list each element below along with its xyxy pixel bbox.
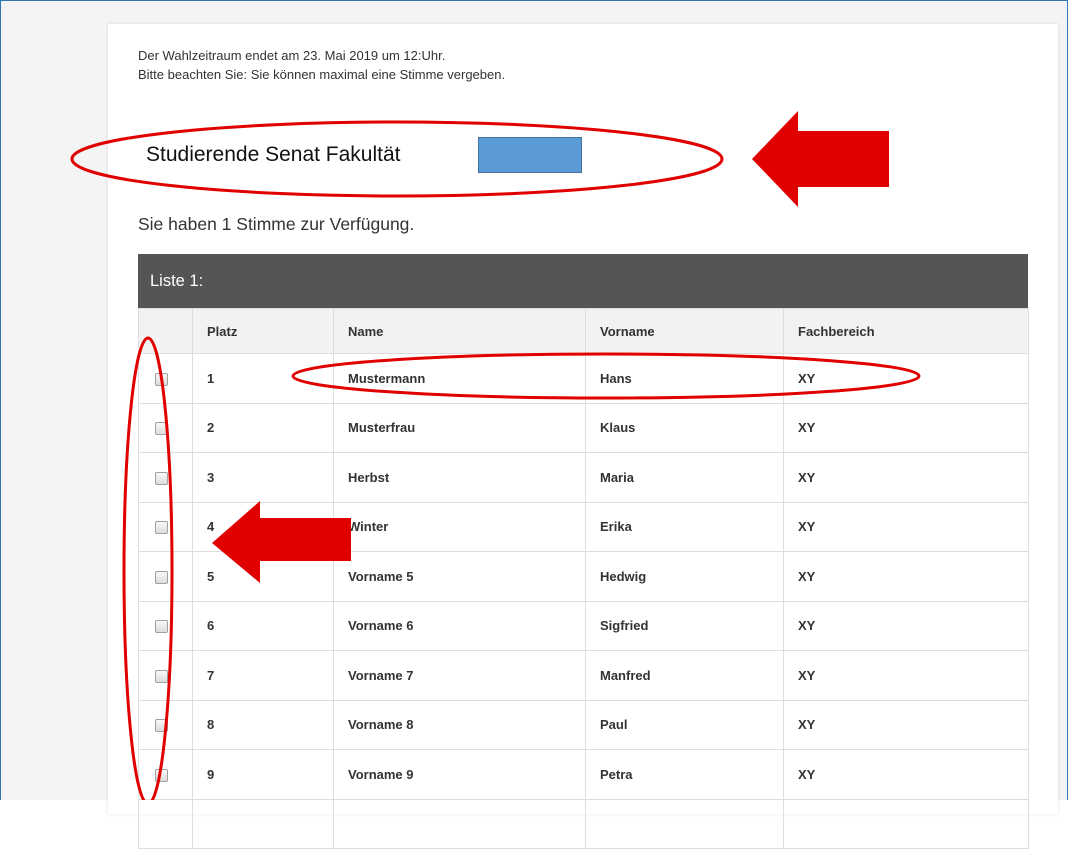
election-title: Studierende Senat Fakultät — [146, 143, 401, 166]
cell-vorname: Hedwig — [585, 551, 784, 602]
table-row: 3 Herbst Maria XY — [138, 452, 1029, 503]
cell-fachbereich: XY — [783, 749, 1029, 800]
select-cell — [138, 501, 193, 552]
table-row: 6 Vorname 6 Sigfried XY — [138, 600, 1029, 651]
cell-platz: 9 — [192, 749, 334, 800]
cell-name: Mustermann — [333, 353, 586, 404]
cell-fachbereich: XY — [783, 650, 1029, 701]
select-cell — [138, 551, 193, 602]
column-header-select — [138, 308, 193, 354]
table-row: 5 Vorname 5 Hedwig XY — [138, 551, 1029, 602]
cell-vorname: Manfred — [585, 650, 784, 701]
column-header-name: Name — [333, 308, 586, 354]
vote-checkbox[interactable] — [155, 768, 168, 782]
cell-vorname: Hans — [585, 353, 784, 404]
vote-checkbox[interactable] — [155, 570, 168, 584]
cell-platz: 7 — [192, 650, 334, 701]
cell-name: Vorname 7 — [333, 650, 586, 701]
cell-fachbereich: XY — [783, 353, 1029, 404]
cell-name: Vorname 5 — [333, 551, 586, 602]
select-cell — [138, 798, 193, 849]
cell-vorname: Petra — [585, 749, 784, 800]
cell-fachbereich: XY — [783, 600, 1029, 651]
cell-fachbereich: XY — [783, 551, 1029, 602]
select-cell — [138, 402, 193, 453]
select-cell — [138, 699, 193, 750]
cell-vorname: Erika — [585, 501, 784, 552]
table-row: 8 Vorname 8 Paul XY — [138, 699, 1029, 750]
vote-checkbox[interactable] — [155, 422, 168, 436]
votes-available-text: Sie haben 1 Stimme zur Verfügung. — [138, 214, 415, 234]
cell-fachbereich: XY — [783, 501, 1029, 552]
vote-checkbox[interactable] — [155, 719, 168, 733]
cell-platz: 2 — [192, 402, 334, 453]
vote-checkbox[interactable] — [155, 521, 168, 535]
vote-checkbox[interactable] — [155, 669, 168, 683]
cell-fachbereich: XY — [783, 699, 1029, 750]
column-header-platz: Platz — [192, 308, 334, 354]
select-cell — [138, 353, 193, 404]
cell-vorname: Klaus — [585, 402, 784, 453]
cell-name: Winter — [333, 501, 586, 552]
table-header-row: Platz Name Vorname Fachbereich — [138, 308, 1029, 354]
cell-platz: 1 — [192, 353, 334, 404]
notice-vote-limit: Bitte beachten Sie: Sie können maximal e… — [138, 67, 506, 82]
cell-vorname: Maria — [585, 452, 784, 503]
list-title: Liste 1: — [138, 254, 1028, 308]
candidate-table: Platz Name Vorname Fachbereich 1 Musterma… — [138, 308, 1029, 849]
cell-fachbereich: XY — [783, 452, 1029, 503]
cell-platz: 3 — [192, 452, 334, 503]
cell-fachbereich — [783, 798, 1029, 849]
candidate-list: Liste 1: Platz Name Vorname Fachbereich … — [138, 254, 1029, 849]
cell-platz: 4 — [192, 501, 334, 552]
cell-name: Vorname 6 — [333, 600, 586, 651]
cell-name — [333, 798, 586, 849]
cell-vorname — [585, 798, 784, 849]
table-row: 7 Vorname 7 Manfred XY — [138, 650, 1029, 701]
cell-vorname: Paul — [585, 699, 784, 750]
vote-checkbox[interactable] — [155, 471, 168, 485]
notice-deadline: Der Wahlzeitraum endet am 23. Mai 2019 u… — [138, 48, 446, 63]
table-row: 2 Musterfrau Klaus XY — [138, 402, 1029, 453]
table-row — [138, 798, 1029, 849]
select-cell — [138, 452, 193, 503]
cell-platz: 5 — [192, 551, 334, 602]
select-cell — [138, 749, 193, 800]
table-row: 9 Vorname 9 Petra XY — [138, 749, 1029, 800]
table-row: 1 Mustermann Hans XY — [138, 353, 1029, 404]
cell-platz: 6 — [192, 600, 334, 651]
column-header-vorname: Vorname — [585, 308, 784, 354]
cell-name: Vorname 9 — [333, 749, 586, 800]
column-header-fachbereich: Fachbereich — [783, 308, 1029, 354]
table-row: 4 Winter Erika XY — [138, 501, 1029, 552]
cell-platz: 8 — [192, 699, 334, 750]
cell-platz — [192, 798, 334, 849]
cell-name: Herbst — [333, 452, 586, 503]
cell-vorname: Sigfried — [585, 600, 784, 651]
cell-name: Musterfrau — [333, 402, 586, 453]
vote-checkbox[interactable] — [155, 372, 168, 386]
vote-checkbox[interactable] — [155, 620, 168, 634]
select-cell — [138, 600, 193, 651]
cell-fachbereich: XY — [783, 402, 1029, 453]
election-notice: Der Wahlzeitraum endet am 23. Mai 2019 u… — [138, 46, 505, 84]
faculty-placeholder-box — [478, 137, 582, 173]
cell-name: Vorname 8 — [333, 699, 586, 750]
select-cell — [138, 650, 193, 701]
